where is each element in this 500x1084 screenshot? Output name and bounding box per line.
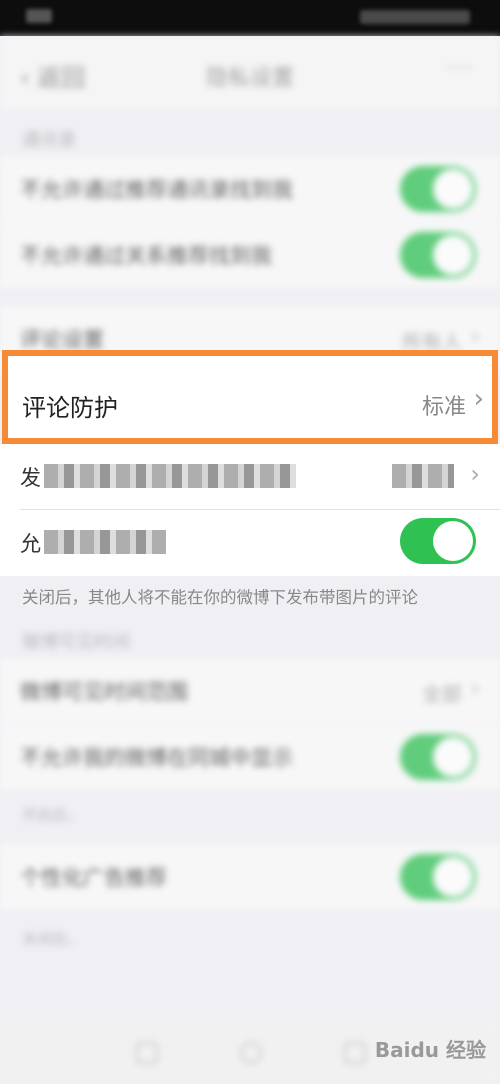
toggle-switch[interactable] xyxy=(400,232,476,278)
toggle-switch[interactable] xyxy=(400,166,476,212)
row-label: 发 xyxy=(20,466,41,490)
row-label: 个性化广告推荐 xyxy=(20,866,167,890)
setting-row-relation: 不允许通过关系推荐找到我 xyxy=(0,222,500,288)
chevron-right-icon: › xyxy=(470,322,480,350)
row-label: 不允许通过推荐通讯录找到我 xyxy=(20,178,293,202)
chevron-right-icon: › xyxy=(470,674,480,702)
setting-row-local: 不允许我的微博在同城中显示 xyxy=(0,724,500,790)
chevron-right-icon: › xyxy=(470,460,480,488)
home-nav-icon[interactable] xyxy=(240,1042,262,1064)
status-time xyxy=(26,9,52,23)
toggle-knob xyxy=(433,521,473,561)
back-nav-icon[interactable] xyxy=(136,1042,158,1064)
comment-protection-label: 评论防护 xyxy=(22,394,118,422)
status-icons xyxy=(360,10,470,24)
row-value: 全部 xyxy=(422,682,462,706)
row-label: 微博可见时间范围 xyxy=(20,680,188,704)
setting-row-contacts: 不允许通过推荐通讯录找到我 xyxy=(0,156,500,222)
local-note: 开启后， xyxy=(22,806,83,824)
recent-nav-icon[interactable] xyxy=(344,1042,366,1064)
toggle-knob xyxy=(433,857,473,897)
toggle-switch[interactable] xyxy=(400,518,476,564)
pixelated-text xyxy=(44,464,296,488)
setting-row-pixelated[interactable]: 发 › xyxy=(0,444,500,510)
photo-comment-note: 关闭后，其他人将不能在你的微博下发布带图片的评论 xyxy=(22,588,418,607)
toggle-knob xyxy=(433,235,473,275)
top-navbar: ‹ 返回 隐私设置 ··· xyxy=(0,36,500,110)
setting-row-ads: 个性化广告推荐 xyxy=(0,844,500,910)
row-label: 不允许通过关系推荐找到我 xyxy=(20,244,272,268)
row-label: 允 xyxy=(20,532,41,556)
toggle-switch[interactable] xyxy=(400,734,476,780)
page-title: 隐私设置 xyxy=(205,66,294,91)
more-icon[interactable]: ··· xyxy=(447,56,474,81)
watermark: Baidu 经验 xyxy=(374,1038,486,1062)
section-label-visibility: 微博可见时间 xyxy=(22,632,130,653)
row-label: 不允许我的微博在同城中显示 xyxy=(20,746,293,770)
chevron-right-icon: › xyxy=(473,384,484,414)
comment-protection-value: 标准 xyxy=(421,395,466,420)
toggle-knob xyxy=(433,169,473,209)
comment-protection-row[interactable]: 评论防护 标准 › xyxy=(2,350,498,444)
setting-row-visible-range[interactable]: 微博可见时间范围 全部 › xyxy=(0,658,500,724)
setting-row-photo-comment: 允 xyxy=(0,510,500,576)
section-label-contacts: 通讯录 xyxy=(22,130,76,151)
pixelated-text xyxy=(44,530,166,554)
status-bar xyxy=(0,0,500,36)
pixelated-value xyxy=(392,464,454,488)
toggle-knob xyxy=(433,737,473,777)
ads-note: 关闭后， xyxy=(22,930,83,948)
toggle-switch[interactable] xyxy=(400,854,476,900)
